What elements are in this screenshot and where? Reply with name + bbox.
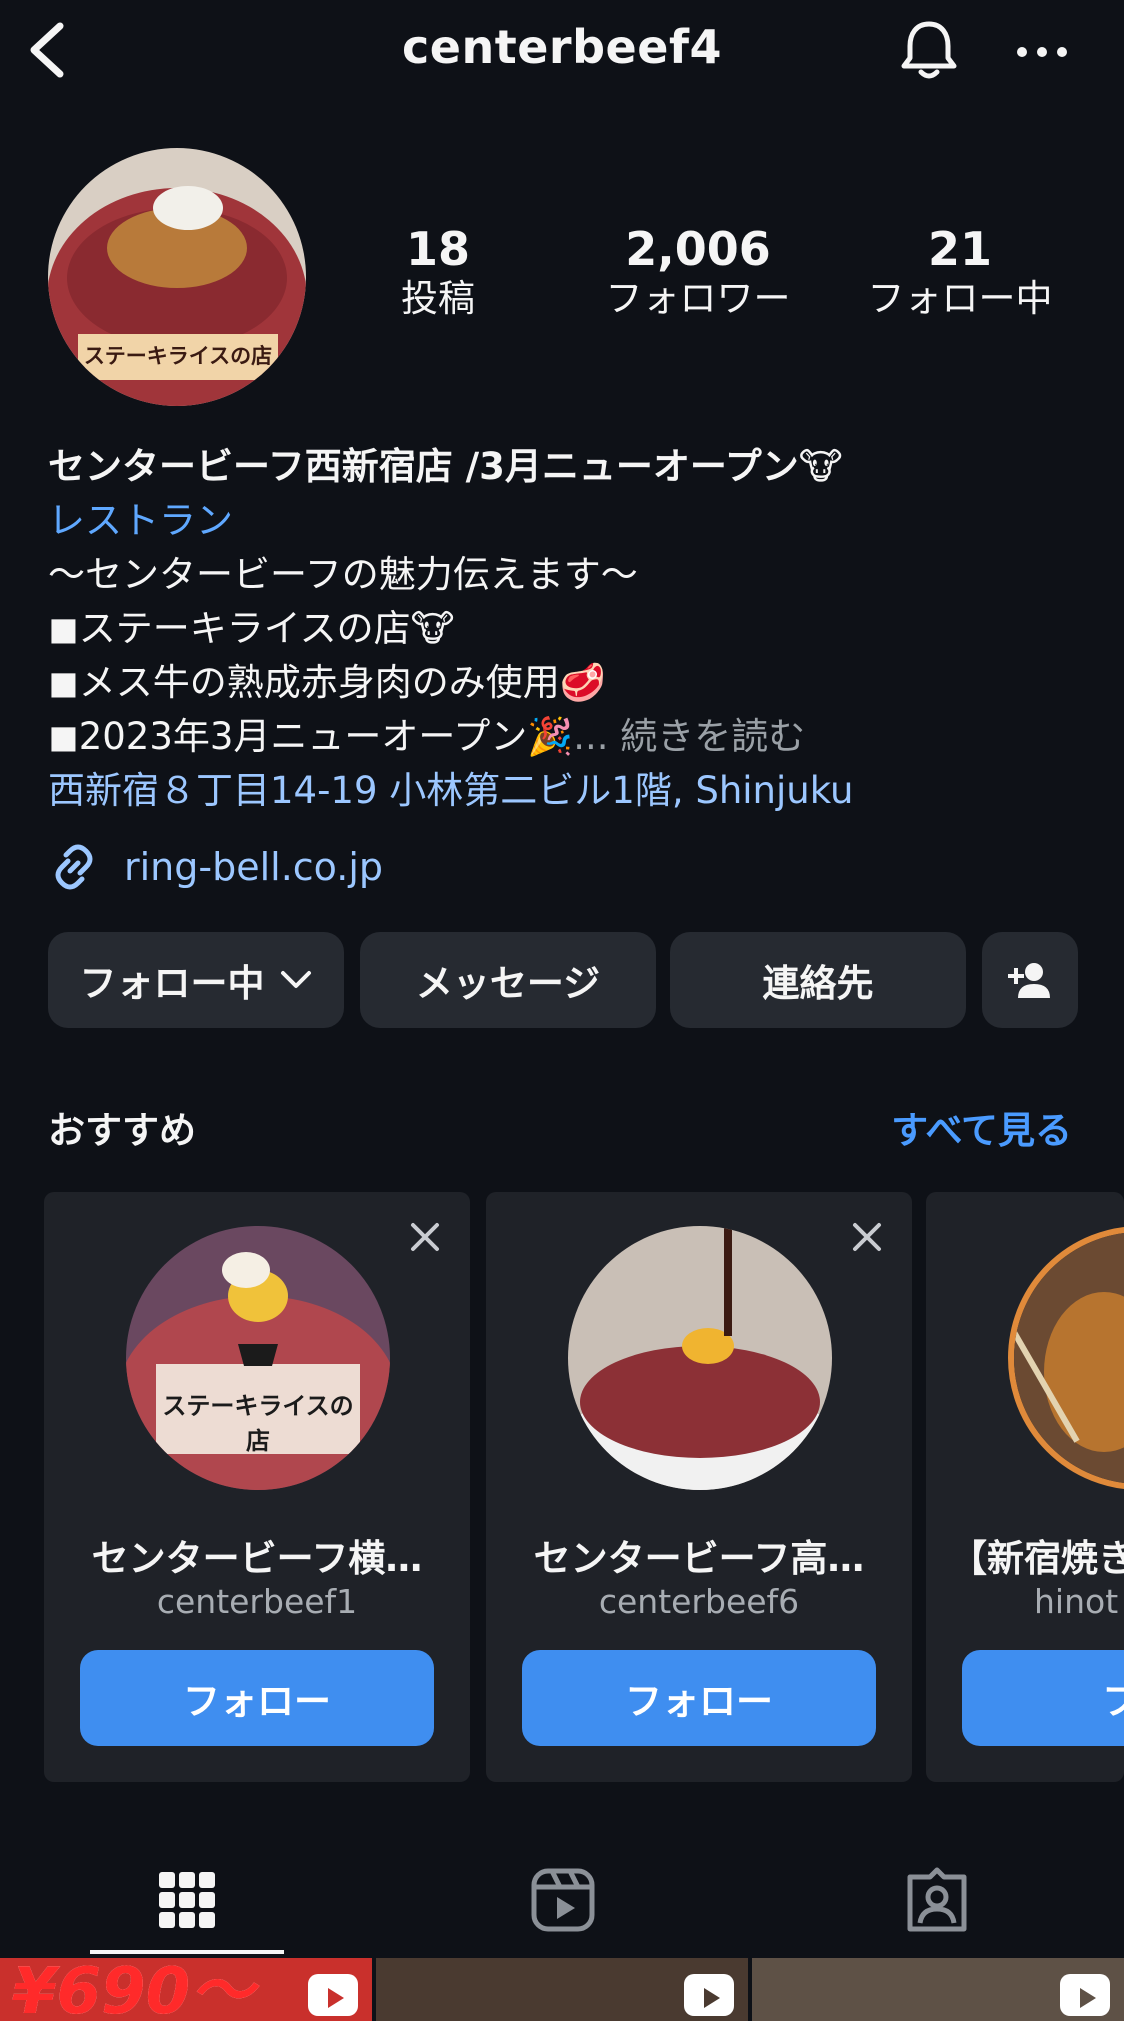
- suggestion-name: 【新宿焼き: [950, 1537, 1124, 1580]
- follow-button[interactable]: フォロー: [80, 1650, 434, 1746]
- profile-website[interactable]: ring-bell.co.jp: [48, 840, 383, 894]
- followers-count-value: 2,006: [625, 222, 771, 276]
- suggestion-avatar[interactable]: [568, 1226, 832, 1490]
- following-count-label: フォロー中: [867, 277, 1053, 320]
- post-thumbnail[interactable]: [376, 1958, 748, 2021]
- bio-line: ◼ステーキライスの店🐮: [48, 607, 455, 650]
- posts-count: 18 投稿: [370, 222, 506, 322]
- follow-button[interactable]: フォロー: [522, 1650, 876, 1746]
- active-tab-indicator: [90, 1950, 284, 1954]
- following-count[interactable]: 21 フォロー中: [852, 222, 1068, 322]
- posts-grid: ¥690〜: [0, 1958, 1124, 2021]
- suggestion-handle: hinot: [1034, 1582, 1119, 1621]
- close-icon[interactable]: [408, 1220, 442, 1254]
- close-icon[interactable]: [850, 1220, 884, 1254]
- reel-badge-icon: [684, 1974, 734, 2016]
- suggestions-title: おすすめ: [48, 1109, 196, 1152]
- suggestion-handle: centerbeef6: [598, 1582, 800, 1621]
- suggestion-card[interactable]: センタービーフ高… centerbeef6 フォロー: [486, 1192, 912, 1782]
- tab-tagged[interactable]: [840, 1846, 1034, 1954]
- grid-icon: [159, 1872, 215, 1928]
- following-count-value: 21: [927, 222, 992, 276]
- following-button-label: フォロー中: [79, 962, 265, 1005]
- suggestion-avatar-caption: ステーキライスの店: [162, 1392, 354, 1455]
- suggestion-name: センタービーフ横…: [91, 1537, 423, 1580]
- posts-count-value: 18: [405, 222, 470, 276]
- bio-line: 〜センタービーフの魅力伝えます〜: [48, 553, 638, 596]
- suggestion-name: センタービーフ高…: [533, 1537, 865, 1580]
- message-button-label: メッセージ: [415, 962, 601, 1005]
- read-more-link[interactable]: ... 続きを読む: [573, 715, 805, 758]
- link-icon: [55, 844, 93, 890]
- followers-count[interactable]: 2,006 フォロワー: [590, 222, 806, 322]
- message-button[interactable]: メッセージ: [360, 932, 656, 1028]
- chevron-down-icon: [280, 971, 311, 988]
- more-options-icon[interactable]: [1012, 30, 1072, 74]
- profile-display-name: センタービーフ西新宿店 /3月ニューオープン🐮: [48, 445, 843, 488]
- profile-address[interactable]: 西新宿８丁目14-19 小林第二ビル1階, Shinjuku: [48, 764, 1088, 818]
- suggestion-card[interactable]: 【新宿焼き hinot フォ: [926, 1192, 1124, 1782]
- bio-line: ◼2023年3月ニューオープン🎉: [48, 715, 574, 758]
- suggested-users-button[interactable]: [982, 932, 1078, 1028]
- add-user-icon: [1008, 963, 1050, 998]
- posts-count-label: 投稿: [401, 277, 475, 320]
- suggestion-avatar[interactable]: [1008, 1226, 1124, 1490]
- post-thumbnail[interactable]: [752, 1958, 1124, 2021]
- follow-button[interactable]: フォ: [962, 1650, 1124, 1746]
- contact-button-label: 連絡先: [762, 962, 874, 1005]
- website-link-text[interactable]: ring-bell.co.jp: [124, 845, 383, 889]
- profile-bio: センタービーフ西新宿店 /3月ニューオープン🐮 レストラン 〜センタービーフの魅…: [48, 440, 1088, 818]
- avatar-caption: ステーキライスの店: [83, 344, 273, 368]
- followers-count-label: フォロワー: [605, 277, 791, 320]
- suggestion-card[interactable]: ステーキライスの店 センタービーフ横… centerbeef1 フォロー: [44, 1192, 470, 1782]
- suggestion-handle: centerbeef1: [156, 1582, 358, 1621]
- notification-bell-icon[interactable]: [896, 18, 962, 84]
- tab-posts-grid[interactable]: [90, 1846, 284, 1954]
- bio-line: ◼メス牛の熟成赤身肉のみ使用🥩: [48, 661, 606, 704]
- tagged-person-icon: [907, 1867, 967, 1932]
- reel-badge-icon: [308, 1974, 358, 2016]
- tab-reels[interactable]: [466, 1846, 660, 1954]
- reels-icon: [531, 1868, 595, 1932]
- following-button[interactable]: フォロー中: [48, 932, 344, 1028]
- profile-avatar[interactable]: ステーキライスの店: [48, 148, 306, 406]
- contact-button[interactable]: 連絡先: [670, 932, 966, 1028]
- profile-tabs: [0, 1846, 1124, 1954]
- profile-category: レストラン: [48, 499, 233, 542]
- see-all-link[interactable]: すべて見る: [891, 1100, 1072, 1154]
- post-thumbnail[interactable]: ¥690〜: [0, 1958, 372, 2021]
- top-bar: centerbeef4: [0, 0, 1124, 104]
- bio-line-with-more: ◼2023年3月ニューオープン🎉... 続きを読む: [48, 710, 1088, 764]
- reel-badge-icon: [1060, 1974, 1110, 2016]
- post-price-text: ¥690〜: [12, 1958, 255, 2021]
- suggestion-avatar[interactable]: ステーキライスの店: [126, 1226, 390, 1490]
